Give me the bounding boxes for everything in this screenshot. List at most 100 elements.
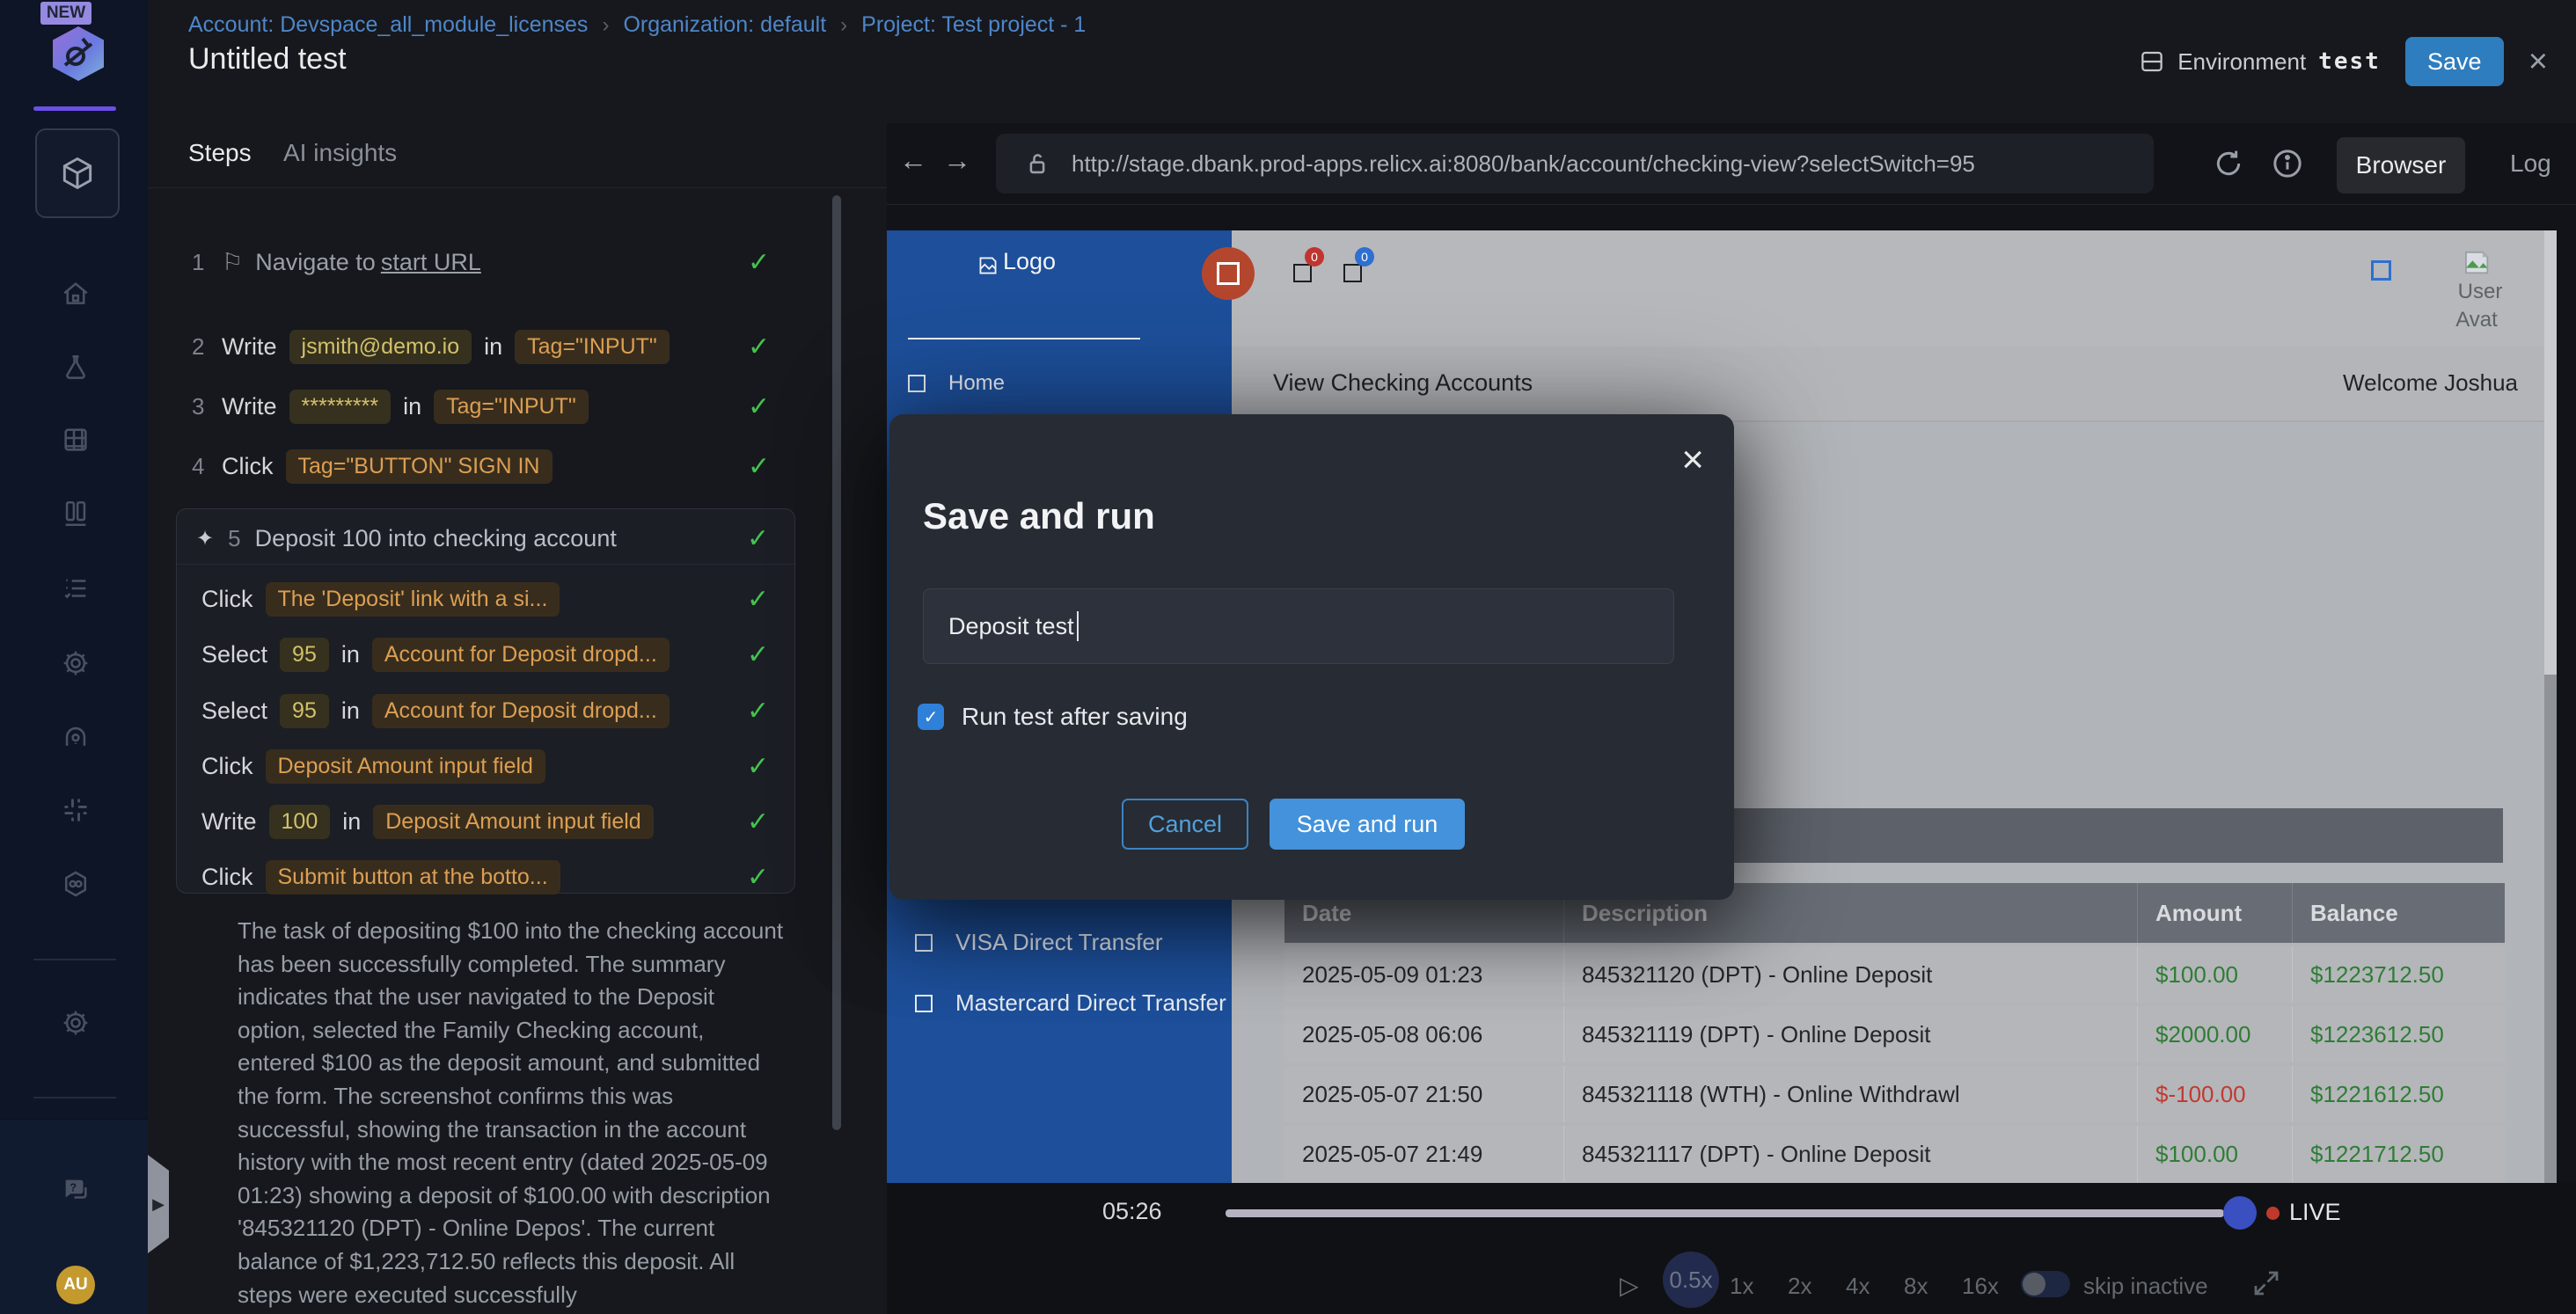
- table-row[interactable]: 2025-05-07 21:49 845321117 (DPT) - Onlin…: [1284, 1126, 2505, 1182]
- substep-row-2[interactable]: Select 95 in Account for Deposit dropd..…: [177, 635, 794, 674]
- cancel-button[interactable]: Cancel: [1122, 799, 1248, 850]
- breadcrumb-account[interactable]: Account: Devspace_all_module_licenses: [188, 12, 588, 38]
- step-row-3[interactable]: 3 Write ********* in Tag="INPUT": [148, 387, 816, 426]
- step-conjunction: in: [484, 333, 502, 361]
- agent-incognito-icon[interactable]: [61, 722, 91, 752]
- step-row-4[interactable]: 4 Click Tag="BUTTON" SIGN IN: [148, 447, 816, 485]
- step-locator-badge[interactable]: Tag="INPUT": [434, 390, 589, 424]
- environment-label: Environment: [2177, 48, 2306, 76]
- breadcrumb-project[interactable]: Project: Test project - 1: [861, 12, 1086, 38]
- refresh-icon[interactable]: [2211, 146, 2246, 181]
- flask-icon[interactable]: [61, 353, 91, 383]
- step-group-header[interactable]: ✦ 5 Deposit 100 into checking account: [177, 518, 794, 558]
- viewport-scrollbar-thumb[interactable]: [2544, 675, 2557, 1183]
- toggle-broken-image-icon[interactable]: [2371, 260, 2391, 281]
- admin-gear-icon[interactable]: [61, 1008, 91, 1038]
- ai-sparkle-icon: ✦: [196, 526, 214, 551]
- forward-arrow-icon[interactable]: →: [943, 144, 971, 177]
- substep-row-1[interactable]: Click The 'Deposit' link with a si...: [177, 580, 794, 618]
- step-row-2[interactable]: 2 Write jsmith@demo.io in Tag="INPUT": [148, 327, 816, 366]
- substep-locator-badge[interactable]: Deposit Amount input field: [373, 805, 653, 839]
- help-chat-icon[interactable]: ?: [61, 1175, 91, 1205]
- cube-icon: [58, 154, 97, 193]
- table-row[interactable]: 2025-05-08 06:06 845321119 (DPT) - Onlin…: [1284, 1006, 2505, 1062]
- cell-description: 845321119 (DPT) - Online Deposit: [1564, 1006, 2138, 1062]
- environment-selector[interactable]: Environment test: [2139, 48, 2381, 76]
- step-value-badge[interactable]: *********: [289, 390, 392, 424]
- back-arrow-icon[interactable]: ←: [899, 144, 927, 177]
- speed-8x[interactable]: 8x: [1904, 1273, 1928, 1300]
- substep-row-5[interactable]: Write 100 in Deposit Amount input field: [177, 802, 794, 841]
- viewport-scrollbar[interactable]: [2544, 230, 2557, 1183]
- substep-locator-badge[interactable]: Deposit Amount input field: [266, 749, 545, 784]
- user-avatar[interactable]: AU: [56, 1266, 95, 1304]
- speed-2x[interactable]: 2x: [1788, 1273, 1811, 1300]
- substep-locator-badge[interactable]: Account for Deposit dropd...: [372, 694, 670, 728]
- tab-steps[interactable]: Steps: [188, 139, 252, 167]
- skip-inactive-toggle[interactable]: [2021, 1271, 2070, 1297]
- playback-thumb[interactable]: [2223, 1196, 2257, 1230]
- table-row[interactable]: 2025-05-09 01:23 845321120 (DPT) - Onlin…: [1284, 946, 2505, 1003]
- sidebar-toggle-button[interactable]: [1202, 247, 1255, 300]
- tab-log[interactable]: Log: [2510, 150, 2551, 178]
- expand-icon[interactable]: [2250, 1267, 2282, 1299]
- settings-gear-icon[interactable]: [61, 648, 91, 678]
- start-url-link[interactable]: start URL: [381, 249, 481, 276]
- substep-row-4[interactable]: Click Deposit Amount input field: [177, 747, 794, 785]
- url-bar[interactable]: http://stage.dbank.prod-apps.relicx.ai:8…: [996, 134, 2154, 193]
- step-locator-badge[interactable]: Tag="INPUT": [515, 330, 670, 364]
- substep-row-3[interactable]: Select 95 in Account for Deposit dropd..…: [177, 691, 794, 730]
- grid-icon[interactable]: [61, 425, 91, 455]
- slack-icon[interactable]: [61, 795, 91, 825]
- rail-item-test-builder[interactable]: [35, 128, 120, 218]
- speed-16x[interactable]: 16x: [1962, 1273, 1999, 1300]
- info-icon[interactable]: [2270, 146, 2305, 181]
- run-after-saving-checkbox[interactable]: ✓: [918, 704, 944, 730]
- step-locator-badge[interactable]: Tag="BUTTON" SIGN IN: [286, 449, 553, 484]
- speed-0.5x[interactable]: 0.5x: [1663, 1252, 1719, 1308]
- bank-nav-mastercard-transfer[interactable]: Mastercard Direct Transfer: [915, 989, 1226, 1017]
- substep-value-badge[interactable]: 100: [269, 805, 331, 839]
- steps-scrollbar[interactable]: [832, 195, 841, 1130]
- checklist-icon[interactable]: [61, 573, 91, 603]
- success-check-icon: [747, 696, 769, 726]
- step-value-badge[interactable]: jsmith@demo.io: [289, 330, 472, 364]
- step-number: 5: [228, 525, 240, 552]
- test-name-input[interactable]: Deposit test: [923, 588, 1674, 664]
- step-action: Write: [222, 333, 277, 361]
- tab-ai-insights[interactable]: AI insights: [283, 139, 397, 167]
- columns-board-icon[interactable]: [61, 499, 91, 529]
- playback-track[interactable]: [1226, 1209, 2224, 1217]
- modal-close-icon[interactable]: ×: [1681, 442, 1704, 478]
- substep-locator-badge[interactable]: Submit button at the botto...: [266, 860, 560, 894]
- broken-image-icon: [915, 934, 933, 952]
- bank-nav-home[interactable]: Home: [908, 371, 1005, 396]
- text-caret: [1077, 611, 1079, 641]
- close-icon[interactable]: ×: [2528, 45, 2548, 78]
- substep-locator-badge[interactable]: The 'Deposit' link with a si...: [266, 582, 560, 617]
- bank-logo[interactable]: Logo: [978, 248, 1056, 275]
- speed-1x[interactable]: 1x: [1730, 1273, 1753, 1300]
- panel-collapse-handle[interactable]: ▶: [148, 1155, 169, 1253]
- step-row-1[interactable]: 1 ⚐ Navigate to start URL: [148, 243, 816, 281]
- substep-locator-badge[interactable]: Account for Deposit dropd...: [372, 638, 670, 672]
- live-label: LIVE: [2289, 1199, 2341, 1226]
- home-icon[interactable]: [61, 279, 91, 309]
- notification-broken-image-icon[interactable]: [1293, 264, 1312, 282]
- user-avatar-broken-image-icon[interactable]: [2463, 250, 2493, 276]
- message-broken-image-icon[interactable]: [1343, 264, 1362, 282]
- play-icon[interactable]: ▷: [1620, 1271, 1639, 1300]
- integrations-hexagon-icon[interactable]: [61, 869, 91, 899]
- tab-browser[interactable]: Browser: [2337, 137, 2465, 193]
- cell-balance: $1221612.50: [2293, 1066, 2505, 1122]
- substep-value-badge[interactable]: 95: [280, 694, 329, 728]
- speed-4x[interactable]: 4x: [1846, 1273, 1870, 1300]
- rail-bottom-section: ? AU: [0, 1119, 148, 1314]
- table-row[interactable]: 2025-05-07 21:50 845321118 (WTH) - Onlin…: [1284, 1066, 2505, 1122]
- substep-row-6[interactable]: Click Submit button at the botto...: [177, 858, 794, 896]
- bank-nav-visa-transfer[interactable]: VISA Direct Transfer: [915, 929, 1163, 956]
- substep-value-badge[interactable]: 95: [280, 638, 329, 672]
- save-and-run-button[interactable]: Save and run: [1270, 799, 1465, 850]
- breadcrumb-organization[interactable]: Organization: default: [623, 12, 826, 38]
- save-button[interactable]: Save: [2405, 37, 2504, 86]
